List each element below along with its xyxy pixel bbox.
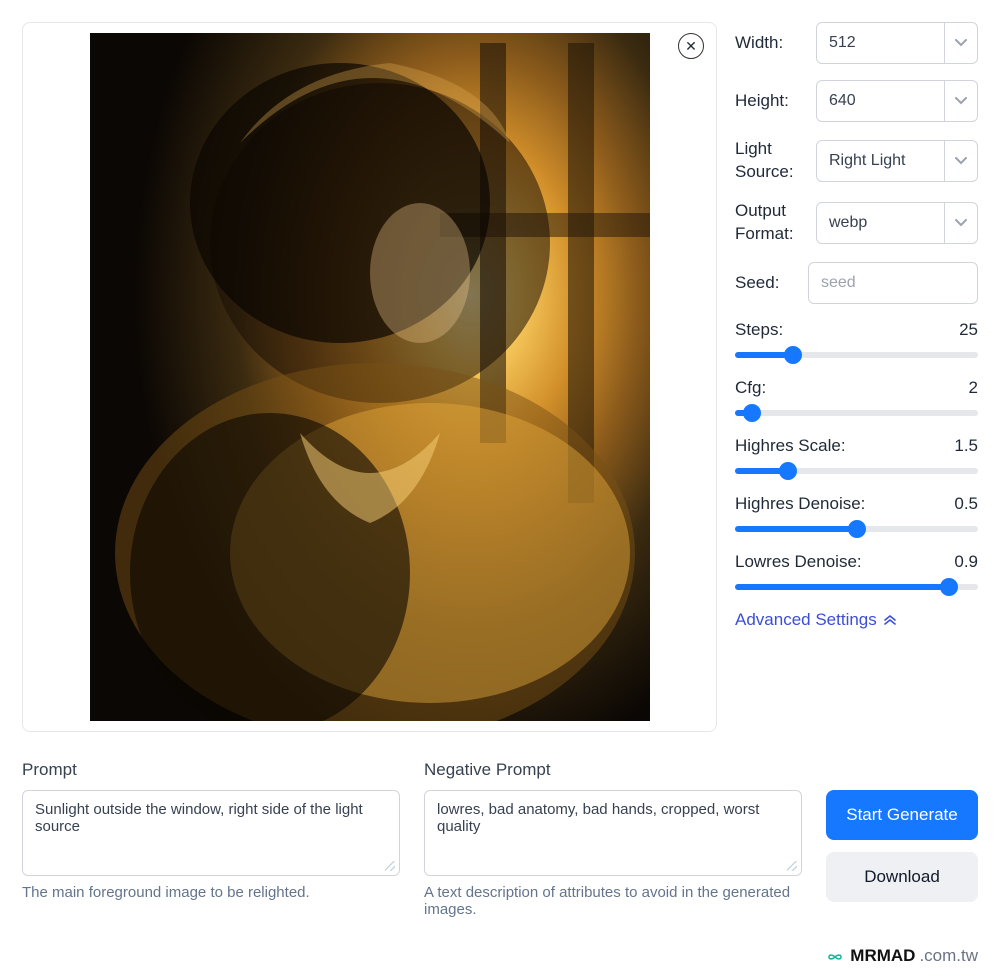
chevron-down-icon — [945, 97, 977, 105]
negative-prompt-title: Negative Prompt — [424, 760, 802, 780]
output-format-select[interactable]: webp — [816, 202, 978, 244]
watermark: MRMAD.com.tw — [824, 946, 978, 966]
seed-input[interactable]: seed — [808, 262, 978, 304]
light-source-label: Light Source: — [735, 138, 794, 184]
chevron-down-icon — [945, 157, 977, 165]
advanced-settings-toggle[interactable]: Advanced Settings — [735, 610, 978, 630]
watermark-domain: .com.tw — [919, 946, 978, 966]
highres-denoise-slider[interactable]: Highres Denoise: 0.5 — [735, 494, 978, 538]
steps-label: Steps: — [735, 320, 783, 340]
download-button[interactable]: Download — [826, 852, 978, 902]
generated-image — [90, 33, 650, 721]
highres-scale-value: 1.5 — [954, 436, 978, 456]
prompt-value: Sunlight outside the window, right side … — [35, 801, 363, 835]
width-input[interactable]: 512 — [816, 22, 978, 64]
close-icon[interactable]: ✕ — [678, 33, 704, 59]
light-source-select[interactable]: Right Light — [816, 140, 978, 182]
cfg-label: Cfg: — [735, 378, 766, 398]
seed-label: Seed: — [735, 273, 779, 293]
lowres-denoise-slider[interactable]: Lowres Denoise: 0.9 — [735, 552, 978, 596]
watermark-brand: MRMAD — [850, 946, 915, 966]
cfg-value: 2 — [969, 378, 978, 398]
close-glyph: ✕ — [685, 39, 697, 53]
lowres-denoise-label: Lowres Denoise: — [735, 552, 862, 572]
chevron-down-icon — [945, 39, 977, 47]
highres-denoise-label: Highres Denoise: — [735, 494, 865, 514]
prompt-textarea[interactable]: Sunlight outside the window, right side … — [22, 790, 400, 876]
height-label: Height: — [735, 91, 789, 111]
negative-prompt-textarea[interactable]: lowres, bad anatomy, bad hands, cropped,… — [424, 790, 802, 876]
prompt-hint: The main foreground image to be relighte… — [22, 884, 400, 901]
highres-scale-label: Highres Scale: — [735, 436, 846, 456]
steps-value: 25 — [959, 320, 978, 340]
highres-denoise-value: 0.5 — [954, 494, 978, 514]
cfg-slider[interactable]: Cfg: 2 — [735, 378, 978, 422]
prompt-title: Prompt — [22, 760, 400, 780]
chevron-down-icon — [945, 219, 977, 227]
width-value: 512 — [817, 34, 944, 52]
output-format-value: webp — [817, 214, 944, 232]
output-format-label: Output Format: — [735, 200, 794, 246]
chevron-up-double-icon — [883, 610, 897, 630]
height-input[interactable]: 640 — [816, 80, 978, 122]
negative-prompt-hint: A text description of attributes to avoi… — [424, 884, 802, 918]
negative-prompt-value: lowres, bad anatomy, bad hands, cropped,… — [437, 801, 759, 835]
advanced-settings-label: Advanced Settings — [735, 610, 877, 630]
height-value: 640 — [817, 92, 944, 110]
infinity-logo-icon — [824, 949, 846, 963]
start-generate-button[interactable]: Start Generate — [826, 790, 978, 840]
lowres-denoise-value: 0.9 — [954, 552, 978, 572]
resize-grip-icon[interactable] — [385, 861, 395, 871]
light-source-value: Right Light — [817, 152, 944, 170]
steps-slider[interactable]: Steps: 25 — [735, 320, 978, 364]
width-label: Width: — [735, 33, 783, 53]
preview-panel: ✕ — [22, 22, 717, 732]
controls-panel: Width: 512 Height: 640 Light — [735, 22, 978, 630]
resize-grip-icon[interactable] — [787, 861, 797, 871]
highres-scale-slider[interactable]: Highres Scale: 1.5 — [735, 436, 978, 480]
